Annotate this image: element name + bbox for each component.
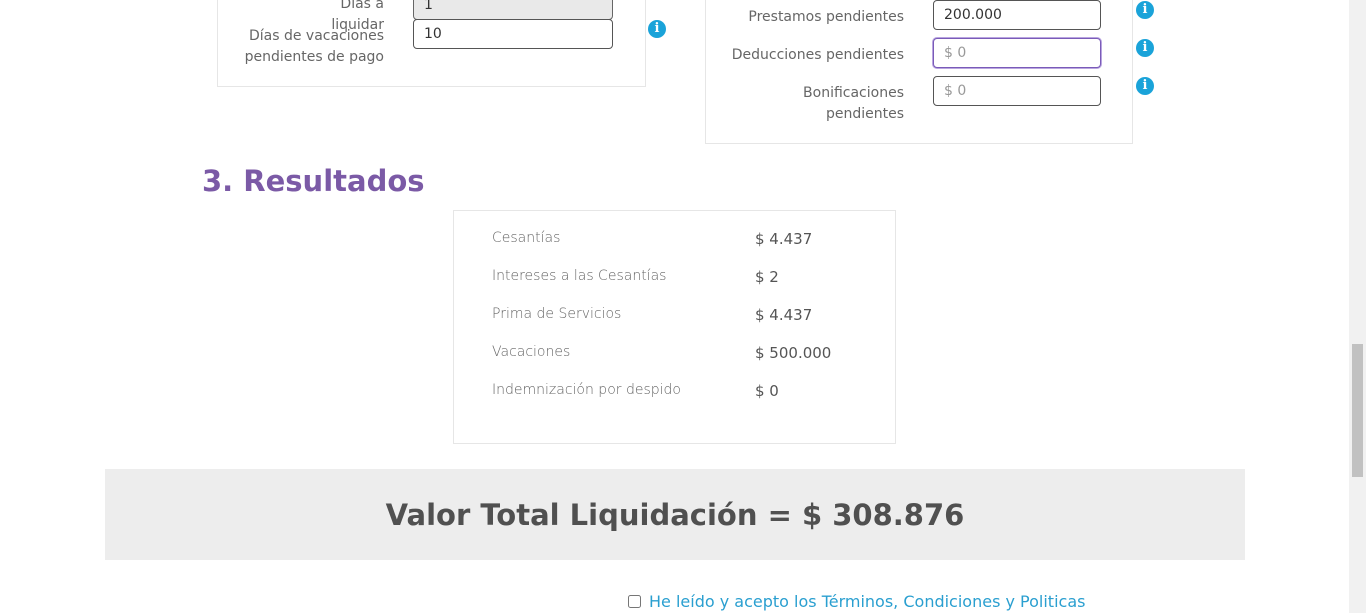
result-value: $ 2	[755, 268, 779, 286]
result-row: Cesantías $ 4.437	[492, 230, 872, 252]
result-row: Indemnización por despido $ 0	[492, 382, 872, 404]
vacaciones-pendientes-label: Días de vacaciones pendientes de pago	[244, 28, 384, 65]
right-form-panel: Prestamos pendientes Deducciones pendien…	[705, 0, 1133, 144]
info-icon[interactable]: i	[1136, 77, 1154, 95]
dias-liquidar-input[interactable]	[413, 0, 613, 20]
result-name: Prima de Servicios	[492, 306, 622, 322]
terms-checkbox[interactable]	[628, 595, 641, 608]
terms-link[interactable]: He leído y acepto los Términos, Condicio…	[649, 592, 1085, 611]
terms-acceptance[interactable]: He leído y acepto los Términos, Condicio…	[628, 592, 1085, 611]
result-value: $ 0	[755, 382, 779, 400]
info-icon[interactable]: i	[1136, 39, 1154, 57]
total-liquidation-bar: Valor Total Liquidación = $ 308.876	[105, 469, 1245, 560]
results-panel: Cesantías $ 4.437 Intereses a las Cesant…	[453, 210, 896, 444]
bonificaciones-label: Bonificaciones pendientes	[803, 85, 904, 122]
deducciones-label: Deducciones pendientes	[731, 47, 904, 63]
result-value: $ 4.437	[755, 230, 813, 248]
result-name: Intereses a las Cesantías	[492, 268, 667, 284]
scrollbar-thumb[interactable]	[1352, 344, 1363, 477]
bonificaciones-input[interactable]	[933, 76, 1101, 106]
section-title: 3. Resultados	[202, 164, 425, 198]
info-icon[interactable]: i	[648, 20, 666, 38]
result-name: Indemnización por despido	[492, 382, 681, 398]
total-liquidation-text: Valor Total Liquidación = $ 308.876	[385, 497, 965, 532]
result-value: $ 500.000	[755, 344, 832, 362]
result-name: Vacaciones	[492, 344, 571, 360]
vacaciones-pendientes-input[interactable]	[413, 19, 613, 49]
prestamos-label: Prestamos pendientes	[748, 9, 904, 25]
result-row: Vacaciones $ 500.000	[492, 344, 872, 366]
deducciones-input[interactable]	[933, 38, 1101, 68]
info-icon[interactable]: i	[1136, 1, 1154, 19]
result-value: $ 4.437	[755, 306, 813, 324]
result-name: Cesantías	[492, 230, 561, 246]
result-row: Intereses a las Cesantías $ 2	[492, 268, 872, 290]
result-row: Prima de Servicios $ 4.437	[492, 306, 872, 328]
page-scrollbar[interactable]	[1349, 0, 1366, 613]
left-form-panel: Días a liquidar Días de vacaciones pendi…	[217, 0, 646, 87]
prestamos-input[interactable]	[933, 0, 1101, 30]
